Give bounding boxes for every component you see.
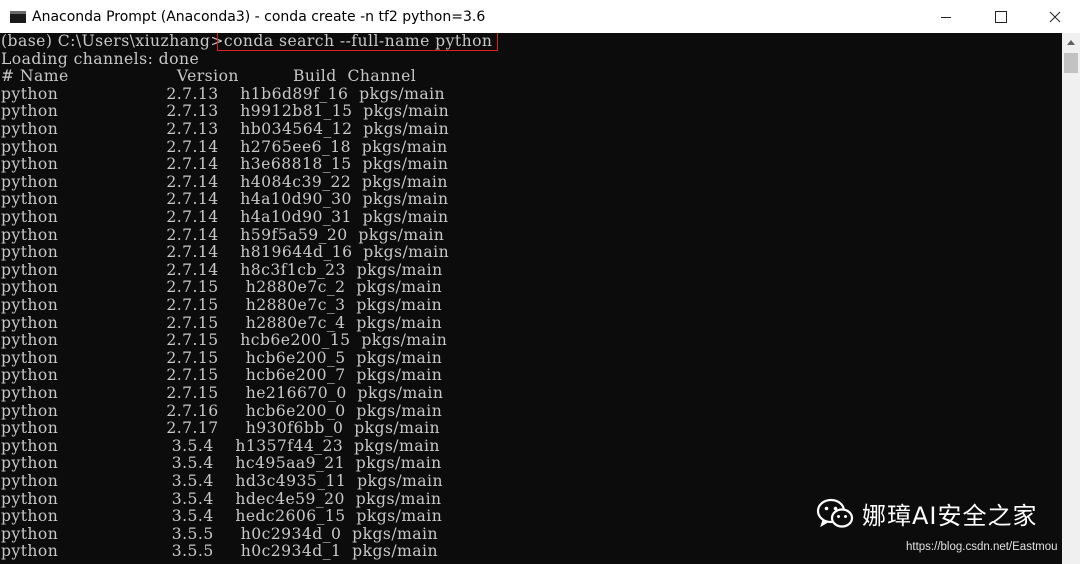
table-row: python 2.7.15 hcb6e200_7 pkgs/main xyxy=(1,366,443,385)
table-row: python 2.7.15 h2880e7c_2 pkgs/main xyxy=(1,278,443,297)
scroll-thumb[interactable] xyxy=(1064,53,1078,73)
watermark: 娜璋AI安全之家 xyxy=(816,496,1038,531)
maximize-icon xyxy=(995,10,1007,23)
vertical-scrollbar[interactable] xyxy=(1062,33,1080,564)
table-header: # Name Version Build Channel xyxy=(1,67,417,86)
minimize-icon xyxy=(941,16,951,18)
table-row: python 2.7.15 hcb6e200_5 pkgs/main xyxy=(1,348,443,367)
table-row: python 3.5.5 h0c2934d_1 pkgs/main xyxy=(1,542,438,561)
watermark-url: https://blog.csdn.net/Eastmou xyxy=(906,541,1058,553)
console-output[interactable]: (base) C:\Users\xiuzhang>conda search --… xyxy=(0,33,1062,564)
maximize-button[interactable] xyxy=(976,0,1026,33)
table-row: python 2.7.15 h2880e7c_4 pkgs/main xyxy=(1,313,443,332)
scroll-up-arrow-icon xyxy=(1067,39,1075,45)
console-icon xyxy=(10,10,26,23)
table-row: python 2.7.14 h8c3f1cb_23 pkgs/main xyxy=(1,260,443,279)
wechat-icon xyxy=(816,498,854,528)
table-row: python 2.7.13 h1b6d89f_16 pkgs/main xyxy=(1,84,445,103)
table-row: python 2.7.16 hcb6e200_0 pkgs/main xyxy=(1,401,443,420)
title-bar: Anaconda Prompt (Anaconda3) - conda crea… xyxy=(0,0,1080,34)
minimize-button[interactable] xyxy=(921,0,971,33)
status-line: Loading channels: done xyxy=(1,49,200,68)
table-row: python 2.7.13 h9912b81_15 pkgs/main xyxy=(1,102,450,121)
table-row: python 2.7.15 hcb6e200_15 pkgs/main xyxy=(1,331,448,350)
window-title: Anaconda Prompt (Anaconda3) - conda crea… xyxy=(32,8,486,25)
table-row: python 3.5.5 h0c2934d_0 pkgs/main xyxy=(1,524,438,543)
watermark-text: 娜璋AI安全之家 xyxy=(862,502,1038,530)
table-row: python 2.7.14 h4a10d90_31 pkgs/main xyxy=(1,208,449,226)
table-row: python 2.7.15 h2880e7c_3 pkgs/main xyxy=(1,296,443,314)
scroll-up-button[interactable] xyxy=(1062,33,1080,51)
table-row: python 2.7.14 h59f5a59_20 pkgs/main xyxy=(1,225,445,244)
table-row: python 2.7.14 h4084c39_22 pkgs/main xyxy=(1,172,448,191)
table-row: python 3.5.4 hd3c4935_11 pkgs/main xyxy=(1,472,443,490)
prompt-text: (base) C:\Users\xiuzhang> xyxy=(1,33,224,50)
table-row: python 3.5.4 hdec4e59_20 pkgs/main xyxy=(1,489,442,508)
table-row: python 2.7.15 he216670_0 pkgs/main xyxy=(1,384,444,402)
close-button[interactable] xyxy=(1030,0,1080,33)
table-row: python 2.7.13 hb034564_12 pkgs/main xyxy=(1,120,450,138)
table-row: python 2.7.17 h930f6bb_0 pkgs/main xyxy=(1,419,441,438)
table-row: python 3.5.4 hc495aa9_21 pkgs/main xyxy=(1,454,442,473)
table-row: python 3.5.4 h1357f44_23 pkgs/main xyxy=(1,436,440,455)
table-row: python 2.7.14 h4a10d90_30 pkgs/main xyxy=(1,190,449,209)
command-highlight-box xyxy=(217,33,498,51)
table-row: python 2.7.14 h819644d_16 pkgs/main xyxy=(1,243,450,262)
table-row: python 2.7.14 h3e68818_15 pkgs/main xyxy=(1,155,449,174)
close-icon xyxy=(1049,11,1061,22)
table-row: python 3.5.4 hedc2606_15 pkgs/main xyxy=(1,507,443,526)
table-row: python 2.7.14 h2765ee6_18 pkgs/main xyxy=(1,137,448,156)
